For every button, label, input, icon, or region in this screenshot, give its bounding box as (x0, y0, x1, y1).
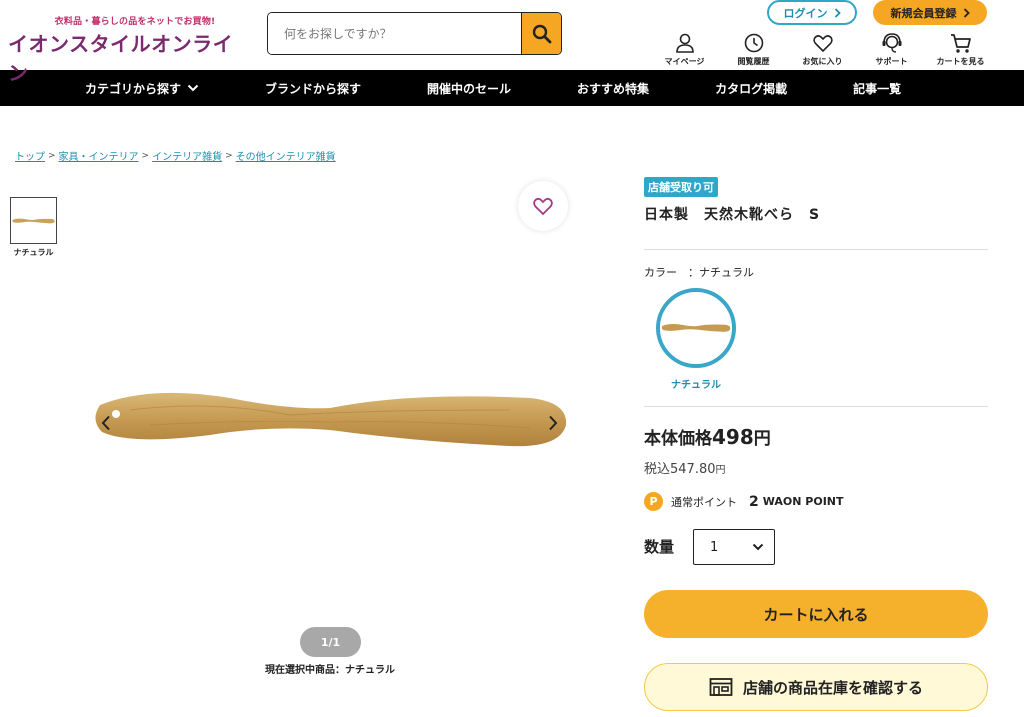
search-input[interactable] (268, 13, 521, 54)
util-label: カートを見る (936, 57, 985, 66)
register-label: 新規会員登録 (890, 6, 957, 20)
site-logo[interactable]: 衣料品・暮らしの品をネットでお買物! イオンスタイルオンライン (8, 14, 234, 86)
util-cart[interactable]: カートを見る (926, 30, 995, 67)
breadcrumb-separator: > (141, 150, 150, 161)
nav-catalog[interactable]: カタログ掲載 (682, 70, 820, 106)
breadcrumb-link-interior-goods[interactable]: インテリア雑貨 (152, 148, 222, 163)
nav-label: ブランドから探す (265, 81, 362, 96)
utility-nav: マイページ 閲覧履歴 お気に入り サポート カートを見る (650, 30, 995, 67)
breadcrumb-link-other[interactable]: その他インテリア雑貨 (236, 148, 336, 163)
heart-icon (533, 197, 553, 216)
breadcrumb: トップ > 家具・インテリア > インテリア雑貨 > その他インテリア雑貨 (15, 148, 336, 164)
tax-price: 税込547.80円 (644, 458, 726, 477)
chevron-left-icon (101, 415, 110, 431)
points-value: 2 (749, 493, 759, 510)
chevron-down-icon (752, 543, 764, 551)
nav-brand[interactable]: ブランドから探す (232, 70, 394, 106)
price-block: 本体価格498円 (644, 424, 771, 449)
util-support[interactable]: サポート (857, 30, 926, 67)
price-value: 498 (712, 425, 754, 449)
login-button[interactable]: ログイン (767, 0, 857, 25)
color-label: カラー ：ナチュラル (644, 266, 754, 279)
breadcrumb-link-furniture[interactable]: 家具・インテリア (59, 148, 139, 163)
quantity-label: 数量 (644, 538, 675, 556)
util-label: サポート (875, 57, 908, 66)
nav-featured[interactable]: おすすめ特集 (544, 70, 682, 106)
store-pickup-badge: 店舗受取り可 (644, 177, 718, 197)
thumbnail-label: ナチュラル (13, 248, 54, 257)
login-label: ログイン (783, 6, 828, 20)
store-icon (709, 678, 733, 696)
headset-icon (880, 30, 904, 56)
chevron-right-icon (963, 7, 970, 18)
tax-prefix: 税込 (644, 462, 671, 477)
chevron-right-icon (834, 7, 841, 18)
shoehorn-thumbnail-image (12, 218, 55, 223)
site-header: 衣料品・暮らしの品をネットでお買物! イオンスタイルオンライン ログイン 新規会… (0, 0, 1024, 85)
add-to-cart-button[interactable]: カートに入れる (644, 590, 988, 638)
selected-item-note: 現在選択中商品：ナチュラル (265, 665, 395, 676)
next-image-arrow[interactable] (543, 409, 563, 437)
price-prefix: 本体価格 (644, 429, 712, 449)
quantity-select[interactable]: 1 (693, 529, 775, 565)
nav-articles[interactable]: 記事一覧 (820, 70, 934, 106)
price-unit: 円 (753, 429, 771, 449)
heart-icon (812, 30, 834, 56)
add-to-cart-label: カートに入れる (763, 605, 869, 624)
logo-text: イオンスタイルオンライン (8, 32, 234, 85)
util-label: マイページ (664, 57, 705, 66)
search-bar (267, 12, 562, 55)
product-main-image (95, 392, 567, 447)
util-label: お気に入り (802, 57, 843, 66)
util-label: 閲覧履歴 (737, 57, 770, 66)
point-icon: P (644, 492, 663, 511)
tax-value: 547.80 (670, 462, 716, 477)
logo-tagline: 衣料品・暮らしの品をネットでお買物! (54, 17, 216, 27)
util-favorites[interactable]: お気に入り (788, 30, 857, 67)
swatch-label: ナチュラル (671, 380, 721, 391)
prev-image-arrow[interactable] (96, 409, 116, 437)
points-label: 通常ポイント (671, 495, 737, 509)
user-icon (674, 30, 696, 56)
search-icon (532, 24, 551, 43)
util-mypage[interactable]: マイページ (650, 30, 719, 67)
register-button[interactable]: 新規会員登録 (873, 0, 987, 25)
nav-label: 開催中のセール (427, 81, 512, 96)
nav-label: おすすめ特集 (577, 81, 650, 96)
image-pager: 1/1 (300, 627, 361, 657)
check-store-stock-label: 店舗の商品在庫を確認する (742, 678, 923, 697)
cart-icon (949, 30, 973, 56)
color-swatch-natural[interactable] (656, 288, 736, 368)
check-store-stock-button[interactable]: 店舗の商品在庫を確認する (644, 663, 988, 711)
util-history[interactable]: 閲覧履歴 (719, 30, 788, 67)
points-unit: WAON POINT (762, 495, 844, 508)
nav-sale[interactable]: 開催中のセール (394, 70, 544, 106)
product-thumbnail[interactable] (10, 197, 57, 244)
search-button[interactable] (521, 13, 561, 54)
breadcrumb-separator: > (225, 150, 233, 161)
chevron-right-icon (549, 415, 558, 431)
points-info: P 通常ポイント 2 WAON POINT (644, 492, 844, 511)
quantity-value: 1 (710, 539, 719, 555)
breadcrumb-link-top[interactable]: トップ (15, 148, 45, 163)
breadcrumb-separator: > (48, 150, 56, 161)
favorite-button[interactable] (518, 181, 568, 231)
divider (644, 249, 988, 250)
product-title: 日本製 天然木靴べら S (644, 207, 821, 223)
tax-unit: 円 (715, 465, 726, 476)
divider (644, 406, 988, 407)
shoehorn-swatch-image (661, 324, 731, 332)
clock-icon (743, 30, 765, 56)
nav-label: 記事一覧 (853, 81, 902, 96)
nav-label: カタログ掲載 (715, 81, 788, 96)
